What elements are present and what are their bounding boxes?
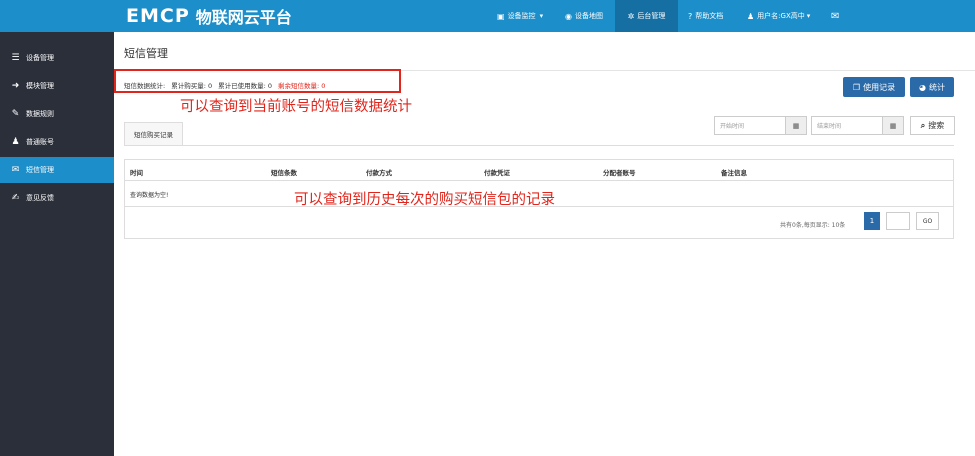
tab-purchase-records[interactable]: 短信购买记录 [124, 122, 183, 145]
logo-text: 物联网云平台 [195, 8, 292, 27]
sidebar-item-label: 意见反馈 [26, 194, 54, 202]
nav-user-menu[interactable]: ♟ 用户名:GX高中 ▾ [747, 0, 810, 32]
gears-icon: ✲ [627, 11, 635, 21]
annotation-records: 可以查询到历史每次的购买短信包的记录 [294, 192, 555, 208]
copy-icon: ❐ [852, 82, 861, 92]
pager-summary: 共有0条,每页显示: 10条 [780, 222, 846, 229]
sidebar-item-label: 普通账号 [26, 138, 54, 146]
go-button[interactable]: GO [916, 212, 939, 230]
calendar-icon: ▦ [792, 121, 800, 130]
sidebar-item-label: 数据规则 [26, 110, 54, 118]
usage-records-label: 使用记录 [863, 82, 896, 92]
nav-help[interactable]: ? 帮助文档 [688, 0, 723, 32]
page-button-current[interactable]: 1 [864, 212, 880, 230]
column-header-payment-voucher: 付款凭证 [484, 169, 510, 177]
chevron-down-icon: ▾ [539, 12, 544, 20]
search-button[interactable]: ⌕ 搜索 [910, 116, 955, 135]
start-time-input[interactable]: 开始时间 [714, 116, 786, 135]
empty-message: 查询数据为空! [130, 192, 169, 199]
sidebar-item-data-rules[interactable]: ✎ 数据规则 [0, 101, 114, 127]
sidebar-item-normal-accounts[interactable]: ♟ 普通账号 [0, 129, 114, 155]
logo[interactable]: EMCP 物联网云平台 [126, 5, 292, 27]
sidebar-item-feedback[interactable]: ✍ 意见反馈 [0, 185, 114, 211]
tab-divider [124, 145, 954, 146]
statistics-label: 统计 [928, 82, 945, 92]
user-icon: ♟ [11, 137, 20, 147]
sidebar-item-module-management[interactable]: ➜ 模块管理 [0, 73, 114, 99]
top-bar: EMCP 物联网云平台 ▣ 设备监控 ▾ ◉ 设备地图 ✲ 后台管理 ? 帮助文… [0, 0, 975, 32]
annotation-stats: 可以查询到当前账号的短信数据统计 [180, 99, 412, 115]
page-jump-input[interactable] [886, 212, 910, 230]
end-time-input[interactable]: 结束时间 [811, 116, 883, 135]
help-icon: ? [688, 11, 693, 21]
nav-device-map[interactable]: ◉ 设备地图 [565, 0, 603, 32]
pie-chart-icon: ◕ [919, 82, 926, 92]
edit-icon: ✍ [11, 193, 20, 203]
pencil-icon: ✎ [11, 109, 20, 119]
calendar-icon: ▦ [889, 121, 897, 130]
sidebar-item-label: 模块管理 [26, 82, 54, 90]
list-icon: ☰ [11, 53, 20, 63]
main-content: 短信管理 短信数据统计: 累计购买量: 0 累计已使用数量: 0 剩余短信数量:… [114, 32, 975, 456]
sidebar-item-sms-management[interactable]: ✉ 短信管理 [0, 157, 114, 183]
logo-mark: EMCP [126, 5, 190, 27]
statistics-button[interactable]: ◕ 统计 [910, 77, 954, 97]
nav-label: 设备监控 [507, 12, 536, 20]
usage-records-button[interactable]: ❐ 使用记录 [843, 77, 905, 97]
table-header: 时间 短信条数 付款方式 付款凭证 分配者账号 备注信息 [125, 160, 953, 181]
column-header-sms-count: 短信条数 [271, 169, 297, 177]
search-icon: ⌕ [920, 120, 926, 130]
user-icon: ♟ [747, 11, 755, 21]
sidebar-item-device-management[interactable]: ☰ 设备管理 [0, 45, 114, 71]
nav-label: 设备地图 [574, 12, 603, 20]
envelope-icon: ✉ [11, 165, 20, 175]
end-calendar-button[interactable]: ▦ [882, 116, 904, 135]
sidebar-item-label: 短信管理 [26, 166, 54, 174]
sidebar: ☰ 设备管理 ➜ 模块管理 ✎ 数据规则 ♟ 普通账号 ✉ 短信管理 ✍ 意见反… [0, 32, 114, 456]
column-header-remarks: 备注信息 [721, 169, 747, 177]
nav-messages[interactable]: ✉ [831, 0, 839, 32]
nav-label: 后台管理 [637, 12, 666, 20]
nav-label: 用户名:GX高中 [757, 12, 805, 20]
search-label: 搜索 [928, 121, 945, 130]
sign-in-icon: ➜ [11, 81, 20, 91]
column-header-time: 时间 [130, 169, 143, 177]
mail-icon: ✉ [831, 10, 840, 22]
start-calendar-button[interactable]: ▦ [785, 116, 807, 135]
column-header-payment-method: 付款方式 [366, 169, 392, 177]
sidebar-item-label: 设备管理 [26, 54, 54, 62]
nav-device-monitor[interactable]: ▣ 设备监控 ▾ [497, 0, 543, 32]
chevron-down-icon: ▾ [806, 12, 811, 20]
highlight-box [114, 69, 401, 93]
page-title: 短信管理 [124, 47, 168, 60]
nav-admin[interactable]: ✲ 后台管理 [615, 0, 678, 32]
monitor-icon: ▣ [497, 11, 505, 21]
nav-label: 帮助文档 [695, 12, 724, 20]
column-header-assigner: 分配者账号 [603, 169, 636, 177]
globe-icon: ◉ [565, 11, 572, 21]
